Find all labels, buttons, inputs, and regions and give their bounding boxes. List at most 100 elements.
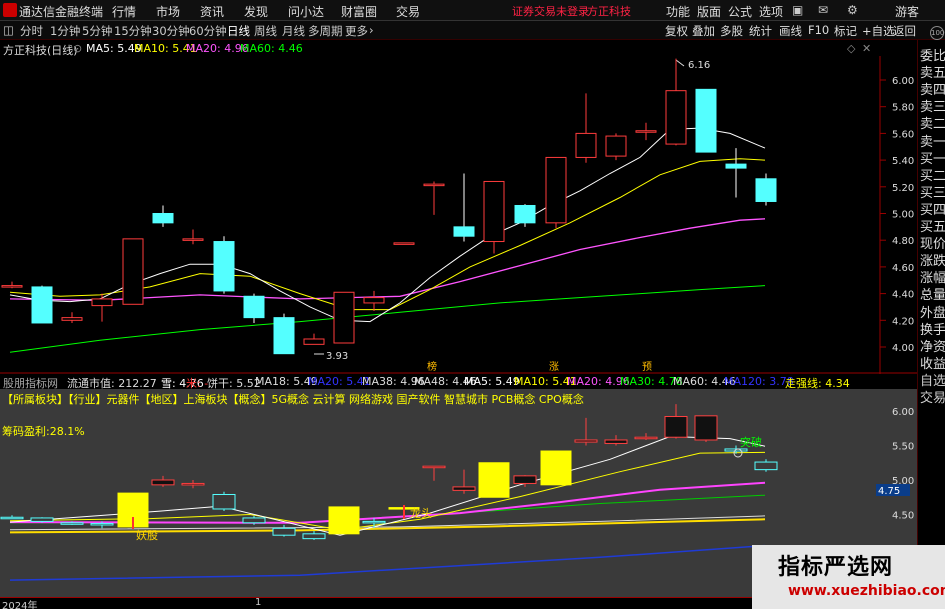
sub-chart-header: 股朋指标网 流通市值: 212.27 雪: 4.76 米: - 饼干: 5.52… (0, 374, 880, 390)
candle-body (545, 156, 567, 224)
sub-candle-body (151, 479, 175, 486)
period-timeshare[interactable]: 分时 (20, 23, 43, 39)
candle-body (575, 132, 597, 158)
chip-profit: 筹码盈利:28.1% (2, 425, 85, 438)
sub-candle-body (513, 475, 537, 484)
menu-news[interactable]: 资讯 (200, 3, 224, 20)
sub-candle-body (60, 522, 84, 525)
signal-candle (478, 462, 510, 498)
menu-wealth[interactable]: 财富圈 (341, 3, 377, 20)
app-logo-icon (3, 3, 17, 17)
period-toolbar: ◫ 分时 1分钟 5分钟 15分钟 30分钟 60分钟 日线 周线 月线 多周期… (0, 21, 945, 40)
period-5min[interactable]: 5分钟 (82, 23, 112, 39)
candle-body (393, 242, 415, 245)
candle-body (273, 317, 295, 355)
menu-layout[interactable]: 版面 (697, 3, 721, 20)
menu-discover[interactable]: 发现 (244, 3, 268, 20)
ma5-sub-value: MA5: 5.49 (464, 375, 520, 388)
candle-body (363, 297, 385, 304)
draw-button[interactable]: 画线 (779, 23, 802, 39)
period-30min[interactable]: 30分钟 (152, 23, 190, 39)
tag-rank: 榜 (427, 360, 437, 373)
chevron-down-icon[interactable]: ⊙ (73, 42, 82, 55)
period-15min[interactable]: 15分钟 (114, 23, 152, 39)
grid-icon[interactable]: ◫ (3, 23, 14, 37)
sub-axis-label: 4.50 (892, 511, 914, 522)
candle-body (755, 178, 777, 202)
sub-candle-body (30, 517, 54, 522)
side-panel-item[interactable]: 交易 (920, 387, 945, 406)
menu-ask[interactable]: 问小达 (288, 3, 324, 20)
stats-button[interactable]: 统计 (749, 23, 772, 39)
axis-price-label: 6.00 (892, 76, 914, 87)
sub-candle-body (574, 439, 598, 443)
candle-body (514, 204, 536, 224)
period-daily[interactable]: 日线 (227, 23, 250, 39)
candle-body (483, 180, 505, 243)
status-marker: 1 (255, 597, 262, 608)
period-multi[interactable]: 多周期 (308, 23, 343, 39)
sub-candle-body (272, 527, 296, 536)
back-button[interactable]: 返回 (893, 23, 916, 39)
sub-candle-body (452, 486, 476, 491)
period-1min[interactable]: 1分钟 (50, 23, 80, 39)
period-weekly[interactable]: 周线 (254, 23, 277, 39)
diamond-icon[interactable]: ◇ (847, 42, 855, 55)
menu-functions[interactable]: 功能 (666, 3, 690, 20)
watermark-title: 指标严选网 (778, 555, 894, 580)
axis-price-label: 5.40 (892, 156, 914, 167)
candle-body (91, 298, 113, 307)
watermark-url: www.xuezhibiao.com (788, 583, 945, 599)
overlay-button[interactable]: 叠加 (692, 23, 715, 39)
login-notice[interactable]: 证券交易未登录 (512, 3, 589, 19)
main-chart-header: 方正科技(日线) ⊙ MA5: 5.49 MA10: 5.41 MA20: 4.… (0, 40, 880, 57)
concept-tags: 【所属板块】【行业】元器件【地区】上海板块【概念】5G概念 云计算 网络游戏 国… (2, 393, 584, 406)
candle-body (152, 213, 174, 224)
sub-candle-body (181, 482, 205, 486)
message-icon[interactable]: ✉ (818, 3, 828, 17)
axis-price-label: 4.40 (892, 290, 914, 301)
breakout-label: 突破 (740, 435, 762, 449)
watermark: 指标严选网 www.xuezhibiao.com (752, 545, 945, 609)
candle-body (725, 163, 747, 169)
menu-formula[interactable]: 公式 (728, 3, 752, 20)
settings-icon[interactable]: ⚙ (847, 3, 858, 17)
candle-body (453, 226, 475, 237)
sub-candle-body (302, 533, 326, 540)
mark-button[interactable]: 标记 (834, 23, 857, 39)
period-more[interactable]: 更多 (345, 23, 368, 39)
axis-price-label: 4.80 (892, 236, 914, 247)
chevron-right-icon[interactable]: › (369, 23, 374, 37)
axis-price-label: 5.80 (892, 103, 914, 114)
status-year: 2024年 (2, 601, 38, 609)
axis-price-label: 4.20 (892, 316, 914, 327)
period-monthly[interactable]: 月线 (282, 23, 305, 39)
menu-options[interactable]: 选项 (759, 3, 783, 20)
menu-trade[interactable]: 交易 (396, 3, 420, 20)
add-watchlist-button[interactable]: +自选 (862, 23, 895, 39)
guest-label[interactable]: 游客 (895, 3, 919, 20)
candle-body (61, 317, 83, 321)
restore-icon[interactable]: ▣ (792, 3, 803, 17)
close-icon[interactable]: ✕ (862, 42, 871, 55)
adjust-button[interactable]: 复权 (665, 23, 688, 39)
sub-candle-body (694, 415, 718, 441)
main-kline-chart: 6.00 5.80 5.60 5.40 5.20 5.00 4.80 4.60 4.40 4.20… (0, 56, 917, 374)
volume-chip[interactable]: 1000 (930, 26, 945, 40)
high-price-label: 6.16 (688, 60, 710, 71)
sub-value-tag-text: 4.75 (878, 486, 900, 497)
axis-price-label: 4.60 (892, 263, 914, 274)
broker-name: 方正科技 (587, 5, 631, 18)
ma120-value: MA120: 3.78 (724, 375, 794, 388)
candle-body (31, 286, 53, 324)
candle-body (1, 285, 23, 288)
candle-body (333, 291, 355, 344)
multi-stock-button[interactable]: 多股 (720, 23, 743, 39)
menu-market[interactable]: 市场 (156, 3, 180, 20)
menu-quotes[interactable]: 行情 (112, 3, 136, 20)
sub-axis-label: 5.50 (892, 442, 914, 453)
candle-body (182, 238, 204, 241)
period-60min[interactable]: 60分钟 (189, 23, 227, 39)
candle-body (122, 238, 144, 305)
f10-button[interactable]: F10 (808, 23, 829, 37)
